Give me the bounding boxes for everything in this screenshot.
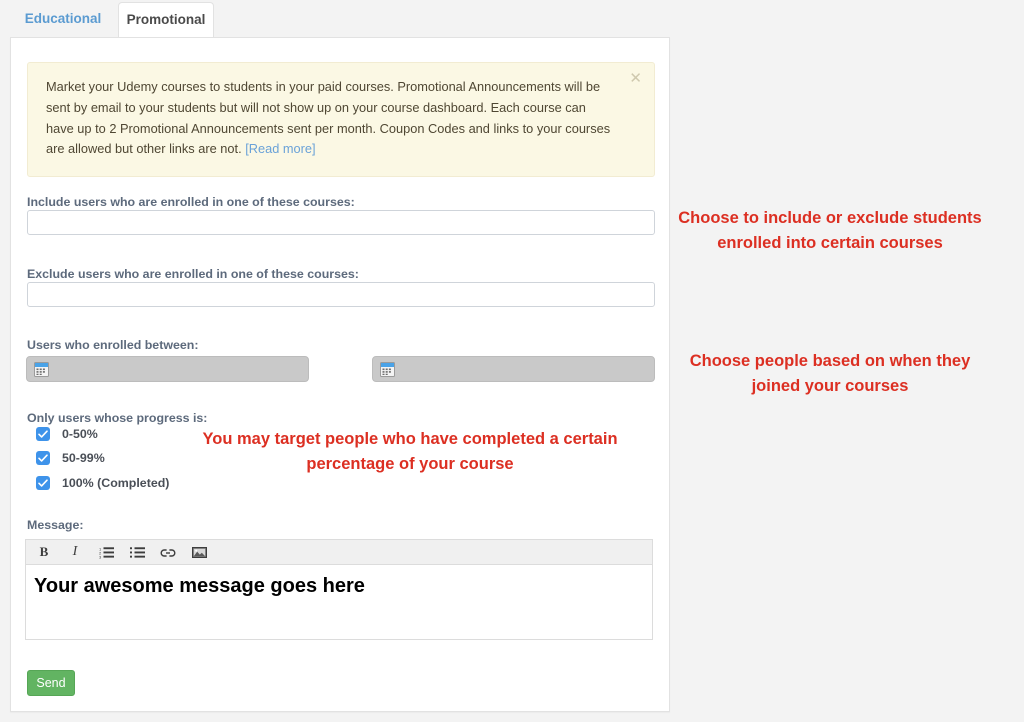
italic-icon[interactable]: I bbox=[61, 540, 89, 564]
progress-option-label: 50-99% bbox=[62, 451, 105, 465]
exclude-courses-label: Exclude users who are enrolled in one of… bbox=[27, 267, 359, 281]
bold-icon[interactable]: B bbox=[30, 540, 58, 564]
annotation-include-exclude: Choose to include or exclude students en… bbox=[678, 209, 982, 252]
unordered-list-icon[interactable] bbox=[123, 540, 151, 564]
editor-toolbar: B I 1 2 3 bbox=[25, 539, 653, 565]
annotation-progress: You may target people who have completed… bbox=[202, 430, 618, 473]
date-from-field[interactable] bbox=[26, 356, 309, 382]
close-icon[interactable]: ✕ bbox=[629, 71, 642, 86]
tab-educational[interactable]: Educational bbox=[10, 2, 116, 38]
message-editor-body[interactable]: Your awesome message goes here bbox=[25, 565, 653, 640]
ordered-list-icon[interactable]: 1 2 3 bbox=[92, 540, 120, 564]
tab-promotional-label: Promotional bbox=[126, 12, 206, 27]
message-text: Your awesome message goes here bbox=[34, 575, 365, 597]
tab-bar: Educational Promotional bbox=[0, 0, 672, 38]
exclude-courses-input[interactable] bbox=[27, 282, 655, 307]
checkbox-icon[interactable] bbox=[36, 451, 50, 465]
annotation-date-range: Choose people based on when they joined … bbox=[689, 352, 971, 395]
progress-label: Only users whose progress is: bbox=[27, 411, 208, 425]
send-button[interactable]: Send bbox=[27, 670, 75, 696]
tab-promotional[interactable]: Promotional bbox=[118, 2, 214, 38]
progress-option-label: 100% (Completed) bbox=[62, 476, 170, 490]
calendar-icon bbox=[380, 362, 395, 377]
link-icon[interactable] bbox=[154, 540, 182, 564]
include-courses-label: Include users who are enrolled in one of… bbox=[27, 195, 355, 209]
tab-educational-label: Educational bbox=[24, 11, 102, 26]
calendar-icon bbox=[34, 362, 49, 377]
image-icon[interactable] bbox=[185, 540, 213, 564]
date-to-field[interactable] bbox=[372, 356, 655, 382]
include-courses-input[interactable] bbox=[27, 210, 655, 235]
message-label: Message: bbox=[27, 518, 84, 532]
enrolled-between-label: Users who enrolled between: bbox=[27, 338, 199, 352]
read-more-link[interactable]: [Read more] bbox=[245, 141, 315, 156]
info-banner-text: Market your Udemy courses to students in… bbox=[46, 77, 614, 160]
checkbox-icon[interactable] bbox=[36, 427, 50, 441]
svg-text:3: 3 bbox=[99, 555, 102, 559]
checkbox-icon[interactable] bbox=[36, 476, 50, 490]
info-banner: Market your Udemy courses to students in… bbox=[27, 62, 655, 178]
progress-option-label: 0-50% bbox=[62, 427, 98, 441]
info-banner-body: Market your Udemy courses to students in… bbox=[46, 79, 611, 157]
